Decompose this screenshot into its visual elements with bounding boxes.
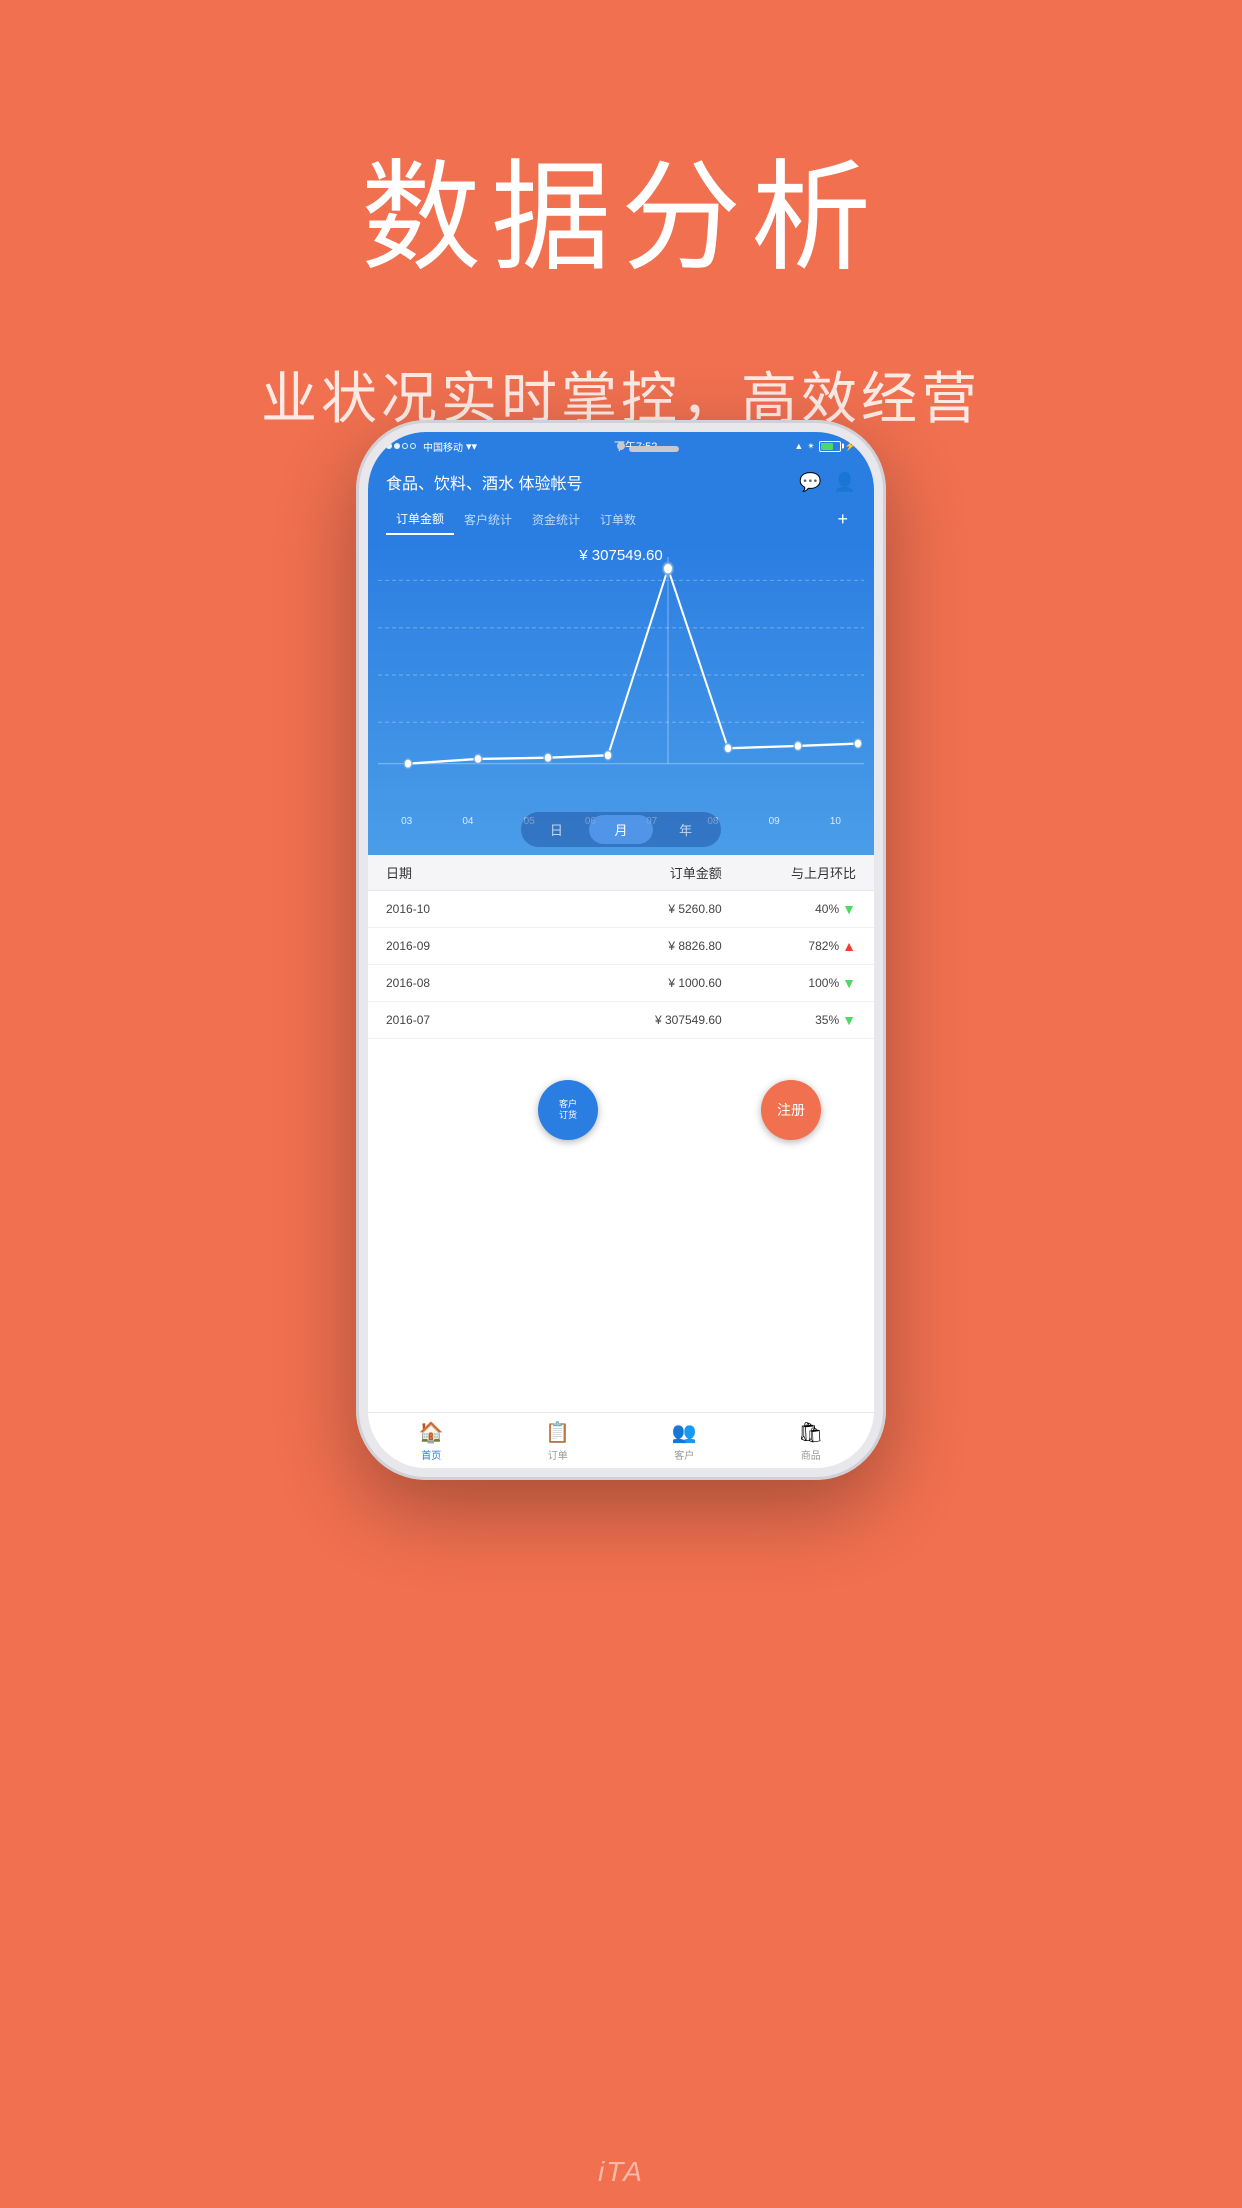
row-date-3: 2016-08 — [386, 976, 520, 990]
x-label-10: 10 — [830, 816, 841, 827]
nav-label-customers: 客户 — [674, 1447, 694, 1462]
nav-item-home[interactable]: 🏠 首页 — [368, 1420, 495, 1462]
x-label-04: 04 — [462, 816, 473, 827]
tab-customer-stats[interactable]: 客户统计 — [454, 505, 522, 534]
arrow-up-icon-2: ▲ — [842, 938, 856, 954]
tab-order-amount[interactable]: 订单金额 — [386, 504, 454, 535]
row-change-2: 782% ▲ — [722, 938, 856, 954]
header-icons: 💬 👤 — [799, 472, 856, 493]
battery-fill — [821, 443, 834, 450]
battery-icon — [819, 441, 841, 452]
table-row: 2016-07 ¥ 307549.60 35% ▼ — [368, 1002, 874, 1039]
period-month-button[interactable]: 月 — [589, 815, 654, 844]
location-icon: ▲ — [794, 441, 803, 451]
charging-icon: ⚡ — [845, 441, 856, 452]
app-title: 食品、饮料、酒水 体验帐号 — [386, 470, 582, 494]
x-label-03: 03 — [401, 816, 412, 827]
nav-label-home: 首页 — [421, 1447, 441, 1462]
line-chart — [368, 545, 874, 805]
row-change-3: 100% ▼ — [722, 975, 856, 991]
signal-dot-2 — [394, 443, 400, 449]
nav-item-products[interactable]: 🛍 商品 — [748, 1420, 875, 1462]
nav-item-customers[interactable]: 👥 客户 — [621, 1420, 748, 1462]
message-icon[interactable]: 💬 — [799, 472, 821, 493]
table-row: 2016-09 ¥ 8826.80 782% ▲ — [368, 928, 874, 965]
bottom-nav: 🏠 首页 📋 订单 👥 客户 🛍 商品 — [368, 1412, 874, 1468]
hero-title: 数据分析 — [0, 0, 1242, 294]
row-amount-3: ¥ 1000.60 — [520, 976, 721, 990]
row-date-2: 2016-09 — [386, 939, 520, 953]
wifi-icon: ▾▾ — [466, 440, 477, 453]
home-icon: 🏠 — [419, 1420, 444, 1445]
col-header-change: 与上月环比 — [722, 863, 856, 882]
float-customer-button[interactable]: 客户订货 — [538, 1080, 598, 1140]
row-amount-1: ¥ 5260.80 — [520, 902, 721, 916]
row-amount-4: ¥ 307549.60 — [520, 1013, 721, 1027]
phone-screen: 中国移动 ▾▾ 下午7:52 ▲ ✴ ⚡ 食品、饮料、酒水 体验帐号 💬 👤 — [368, 432, 874, 1468]
col-header-date: 日期 — [386, 863, 520, 882]
tab-order-count[interactable]: 订单数 — [590, 505, 646, 534]
chart-area: ¥ 307549.60 — [368, 535, 874, 855]
float-register-button[interactable]: 注册 — [761, 1080, 821, 1140]
period-day-button[interactable]: 日 — [524, 815, 589, 844]
tab-add-button[interactable]: + — [829, 505, 856, 534]
x-label-09: 09 — [769, 816, 780, 827]
row-amount-2: ¥ 8826.80 — [520, 939, 721, 953]
status-right: ▲ ✴ ⚡ — [794, 441, 856, 452]
user-icon[interactable]: 👤 — [834, 472, 856, 493]
table-header: 日期 订单金额 与上月环比 — [368, 855, 874, 891]
float-register-label: 注册 — [777, 1100, 805, 1120]
signal-dot-4 — [410, 443, 416, 449]
arrow-down-icon-3: ▼ — [842, 975, 856, 991]
app-title-row: 食品、饮料、酒水 体验帐号 💬 👤 — [386, 470, 856, 494]
status-bar: 中国移动 ▾▾ 下午7:52 ▲ ✴ ⚡ — [368, 432, 874, 460]
nav-item-orders[interactable]: 📋 订单 — [495, 1420, 622, 1462]
watermark: iTA — [598, 2156, 644, 2208]
col-header-amount: 订单金额 — [520, 863, 721, 882]
signal-dot-3 — [402, 443, 408, 449]
app-tabs: 订单金额 客户统计 资金统计 订单数 + — [386, 504, 856, 535]
period-year-button[interactable]: 年 — [653, 815, 718, 844]
signal-indicator — [386, 443, 416, 449]
carrier-label: 中国移动 — [423, 439, 463, 454]
order-icon: 📋 — [545, 1420, 570, 1445]
row-date-1: 2016-10 — [386, 902, 520, 916]
row-date-4: 2016-07 — [386, 1013, 520, 1027]
status-left: 中国移动 ▾▾ — [386, 439, 477, 454]
arrow-down-icon-4: ▼ — [842, 1012, 856, 1028]
app-header: 食品、饮料、酒水 体验帐号 💬 👤 订单金额 客户统计 资金统计 订单数 + — [368, 460, 874, 535]
bluetooth-icon: ✴ — [807, 441, 815, 452]
product-icon: 🛍 — [798, 1420, 823, 1445]
customer-icon: 👥 — [672, 1420, 697, 1445]
signal-dot-1 — [386, 443, 392, 449]
row-change-4: 35% ▼ — [722, 1012, 856, 1028]
table-row: 2016-10 ¥ 5260.80 40% ▼ — [368, 891, 874, 928]
tab-fund-stats[interactable]: 资金统计 — [522, 505, 590, 534]
table-row: 2016-08 ¥ 1000.60 100% ▼ — [368, 965, 874, 1002]
nav-label-orders: 订单 — [548, 1447, 568, 1462]
status-time: 下午7:52 — [614, 438, 657, 454]
float-customer-label: 客户订货 — [559, 1099, 577, 1121]
nav-label-products: 商品 — [801, 1447, 821, 1462]
arrow-down-icon-1: ▼ — [842, 901, 856, 917]
period-selector: 日 月 年 — [521, 812, 721, 847]
phone-frame: 中国移动 ▾▾ 下午7:52 ▲ ✴ ⚡ 食品、饮料、酒水 体验帐号 💬 👤 — [356, 420, 886, 1480]
row-change-1: 40% ▼ — [722, 901, 856, 917]
